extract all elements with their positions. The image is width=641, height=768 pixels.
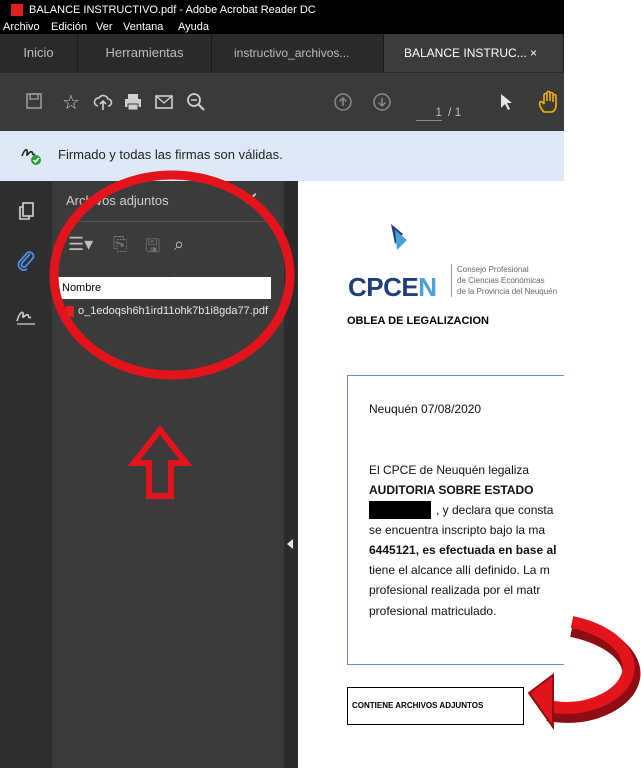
tab-bar: Inicio Herramientas instructivo_archivos… <box>0 34 564 72</box>
pages-thumbnails-icon[interactable] <box>18 201 36 226</box>
bookmark-star-icon[interactable]: ☆ <box>59 92 83 114</box>
options-menu-icon[interactable]: ☰▾ <box>68 234 93 255</box>
attachments-notice-box: CONTIENE ARCHIVOS ADJUNTOS <box>347 687 524 725</box>
menu-bar: Archivo Edición Ver Ventana Ayuda <box>0 20 564 34</box>
body-line-1: El CPCE de Neuquén legaliza <box>369 463 530 477</box>
redaction-bar <box>369 501 431 519</box>
save-attachment-icon[interactable]: 🖫 <box>145 234 160 264</box>
tab-herramientas[interactable]: Herramientas <box>78 34 212 72</box>
cloud-upload-icon[interactable] <box>91 92 115 117</box>
menu-ventana[interactable]: Ventana <box>123 20 163 34</box>
page-down-icon[interactable] <box>370 92 394 117</box>
save-icon[interactable] <box>22 92 46 115</box>
close-panel-icon[interactable]: ✕ <box>243 189 259 210</box>
panel-divider <box>66 221 266 222</box>
cpcen-logo-text: CPCEN <box>348 272 437 302</box>
select-cursor-icon[interactable] <box>494 92 518 117</box>
tab-inicio[interactable]: Inicio <box>0 34 78 72</box>
search-attachment-icon[interactable]: ⌕ <box>174 234 184 255</box>
signature-status-text: Firmado y todas las firmas son válidas. <box>58 147 283 162</box>
attachment-file-row[interactable]: o_1edoqsh6h1ird11ohk7b1i8gda77.pdf <box>56 301 271 323</box>
panel-splitter[interactable] <box>284 181 298 768</box>
page-number-input[interactable]: 1 <box>416 104 442 121</box>
add-attachment-icon[interactable]: ⎘ <box>113 234 127 255</box>
body-line-7: profesional realizada por el matr <box>369 583 541 597</box>
pdf-app-icon <box>11 4 23 16</box>
zoom-icon[interactable] <box>184 92 208 117</box>
body-line-4: se encuentra inscripto bajo la ma <box>369 523 546 537</box>
menu-archivo[interactable]: Archivo <box>3 20 40 34</box>
print-icon[interactable] <box>121 92 145 117</box>
signature-status-bar: Firmado y todas las firmas son válidas. <box>0 131 564 181</box>
acrobat-window: BALANCE INSTRUCTIVO.pdf - Adobe Acrobat … <box>0 0 564 768</box>
main-toolbar <box>0 72 564 131</box>
body-line-3: , y declara que consta <box>436 503 554 517</box>
attachments-panel <box>52 181 284 768</box>
legalization-box <box>347 375 564 665</box>
date-line: Neuquén 07/08/2020 <box>369 402 482 416</box>
window-title: BALANCE INSTRUCTIVO.pdf - Adobe Acrobat … <box>29 4 316 16</box>
menu-edicion[interactable]: Edición <box>51 20 87 34</box>
body-line-6: tiene el alcance allí definido. La m <box>369 563 550 577</box>
cpcen-logo-subtitle: Consejo Profesional de Ciencias Económic… <box>451 264 557 297</box>
pdf-file-icon <box>66 306 74 317</box>
menu-ver[interactable]: Ver <box>96 20 113 34</box>
hand-icon[interactable] <box>536 90 560 119</box>
attachment-file-name: o_1edoqsh6h1ird11ohk7b1i8gda77.pdf <box>78 305 269 317</box>
cpcen-logo-mark <box>391 224 407 250</box>
sort-caret-icon: ^ <box>167 272 172 283</box>
signature-valid-icon <box>21 148 41 165</box>
tab-balance-instructivo[interactable]: BALANCE INSTRUC... × <box>384 34 564 72</box>
collapse-panel-arrow-icon[interactable] <box>287 539 293 549</box>
attachments-paperclip-icon[interactable] <box>16 249 36 276</box>
column-header-name[interactable]: ^ Nombre <box>56 272 271 299</box>
email-icon[interactable] <box>152 92 176 117</box>
signatures-panel-icon[interactable] <box>15 307 37 330</box>
body-line-2: AUDITORIA SOBRE ESTADO <box>369 483 534 497</box>
page-up-icon[interactable] <box>331 92 355 117</box>
tab-instructivo-archivos[interactable]: instructivo_archivos... <box>212 34 384 72</box>
title-bar: BALANCE INSTRUCTIVO.pdf - Adobe Acrobat … <box>0 0 564 20</box>
document-heading: OBLEA DE LEGALIZACION <box>347 315 489 327</box>
body-line-5: 6445121, es efectuada en base al <box>369 543 557 557</box>
menu-ayuda[interactable]: Ayuda <box>178 20 209 34</box>
attachments-panel-title: Archivos adjuntos <box>66 193 169 208</box>
page-total: / 1 <box>448 105 462 119</box>
body-line-8: profesional matriculado. <box>369 604 497 618</box>
